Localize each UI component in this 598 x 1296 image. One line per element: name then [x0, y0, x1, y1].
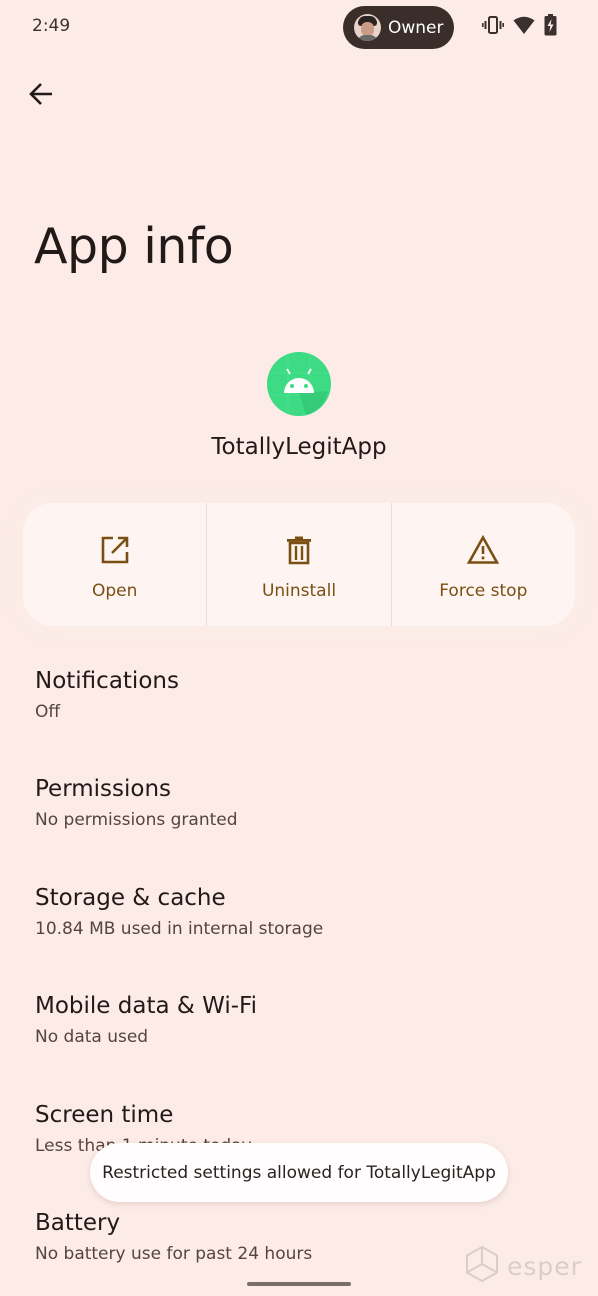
back-button[interactable] — [24, 79, 58, 113]
open-in-new-icon — [98, 533, 132, 567]
open-button[interactable]: Open — [23, 503, 208, 626]
item-title: Screen time — [35, 1102, 174, 1128]
force-stop-label: Force stop — [439, 581, 528, 601]
open-label: Open — [91, 581, 138, 601]
status-icons — [482, 14, 557, 40]
esper-text: esper — [507, 1251, 582, 1281]
esper-watermark: esper — [465, 1245, 582, 1286]
item-summary: No data used — [35, 1027, 149, 1047]
force-stop-button[interactable]: Force stop — [392, 503, 575, 626]
item-title: Notifications — [35, 668, 179, 694]
battery-charging-icon — [544, 14, 557, 40]
status-time: 2:49 — [32, 16, 71, 36]
wifi-icon — [513, 15, 535, 39]
page-title: App info — [34, 218, 234, 275]
app-name: TotallyLegitApp — [211, 434, 387, 460]
gesture-nav-handle[interactable] — [247, 1282, 351, 1286]
trash-icon — [282, 533, 316, 567]
notifications-item[interactable]: Notifications Off — [35, 666, 555, 724]
item-summary: No permissions granted — [35, 810, 238, 830]
storage-cache-item[interactable]: Storage & cache 10.84 MB used in interna… — [35, 883, 555, 941]
permissions-item[interactable]: Permissions No permissions granted — [35, 774, 555, 832]
uninstall-label: Uninstall — [261, 581, 337, 601]
uninstall-button[interactable]: Uninstall — [207, 503, 392, 626]
mobile-data-wifi-item[interactable]: Mobile data & Wi-Fi No data used — [35, 991, 555, 1049]
user-chip[interactable]: Owner — [343, 6, 454, 49]
item-summary: Off — [35, 702, 61, 722]
item-title: Battery — [35, 1210, 121, 1236]
esper-logo-icon — [465, 1245, 499, 1286]
toast-message: Restricted settings allowed for TotallyL… — [90, 1143, 508, 1202]
warning-icon — [466, 533, 500, 567]
arrow-back-icon — [28, 81, 54, 111]
avatar — [354, 14, 381, 41]
user-chip-label: Owner — [388, 17, 444, 38]
item-title: Storage & cache — [35, 885, 226, 911]
item-summary: 10.84 MB used in internal storage — [35, 919, 324, 939]
item-title: Mobile data & Wi-Fi — [35, 993, 257, 1019]
item-title: Permissions — [35, 776, 172, 802]
vibrate-icon — [482, 14, 505, 40]
app-actions: Open Uninstall Force stop — [23, 503, 575, 626]
status-bar: 2:49 Owner — [0, 0, 598, 56]
android-app-icon — [266, 351, 332, 417]
